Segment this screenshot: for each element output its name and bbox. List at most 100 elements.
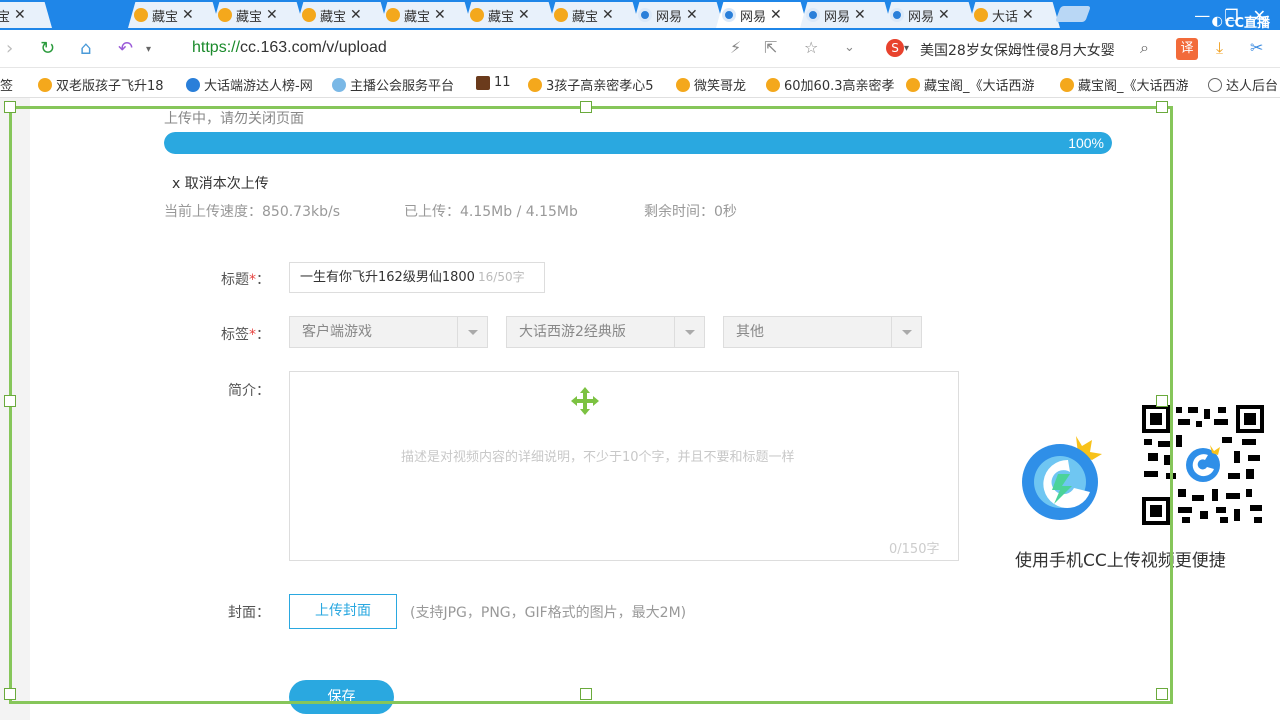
cover-format-hint: (支持JPG，PNG，GIF格式的图片，最大2M)	[410, 605, 687, 621]
browser-tab[interactable]: 大话 ✕	[968, 2, 1060, 28]
capture-handle-bottom-left[interactable]	[4, 688, 16, 700]
bookmark-label: 双老版孩子飞升18	[56, 79, 164, 94]
mobile-upload-promo: 使用手机CC上传视频更便捷	[1015, 551, 1226, 571]
bookmark-item[interactable]: 3孩子高亲密孝心5	[528, 75, 654, 94]
translate-button[interactable]: 译	[1176, 38, 1198, 60]
browser-tab[interactable]: 网易 ✕	[632, 2, 724, 28]
close-tab-icon[interactable]: ✕	[14, 7, 26, 23]
browser-tab[interactable]: 藏宝✕	[380, 2, 472, 28]
close-tab-icon[interactable]: ✕	[854, 7, 866, 23]
tab-title: 藏宝	[236, 9, 262, 25]
close-tab-icon[interactable]: ✕	[518, 7, 530, 23]
close-tab-icon[interactable]: ✕	[434, 7, 446, 23]
capture-handle-top[interactable]	[580, 101, 592, 113]
reload-icon[interactable]: ↻	[40, 38, 55, 59]
close-tab-icon[interactable]: ✕	[350, 7, 362, 23]
browser-tab[interactable]: 网易 ✕	[800, 2, 892, 28]
cover-label: 封面：	[228, 605, 270, 621]
browser-tab[interactable]: 藏宝✕	[548, 2, 640, 28]
bookmark-bao-icon	[38, 77, 52, 92]
lightning-icon[interactable]: ⚡	[730, 38, 741, 57]
tags-label-colon: ：	[256, 327, 270, 343]
search-suggestion[interactable]: 美国28岁女保姆性侵8月大女婴	[920, 40, 1115, 60]
cc-icon	[890, 8, 904, 22]
chevron-down-icon	[674, 317, 704, 347]
bookmark-item[interactable]: 60加60.3高亲密孝	[766, 75, 895, 94]
tab-title: 藏宝	[404, 9, 430, 25]
forward-icon[interactable]: ›	[6, 38, 13, 59]
undo-icon[interactable]: ↶	[118, 38, 133, 59]
tab-title: 网易	[740, 9, 766, 25]
browser-tab[interactable]: 藏宝✕	[0, 2, 52, 28]
capture-handle-bottom[interactable]	[580, 688, 592, 700]
search-icon[interactable]: ⌕	[1140, 38, 1149, 58]
capture-handle-bottom-right[interactable]	[1156, 688, 1168, 700]
treasure-icon	[554, 8, 568, 22]
close-tab-icon[interactable]: ✕	[770, 7, 782, 23]
capture-handle-right[interactable]	[1156, 395, 1168, 407]
new-tab-button[interactable]	[1055, 6, 1091, 22]
close-tab-icon[interactable]: ✕	[266, 7, 278, 23]
browser-tab[interactable]: 藏宝✕	[212, 2, 304, 28]
bookmark-item[interactable]: 微笑哥龙	[676, 75, 746, 94]
address-toolbar: › ↻ ⌂ ↶ ▾ https://cc.163.com/v/upload ⚡ …	[0, 30, 1280, 68]
browser-tab[interactable]: 藏宝✕	[296, 2, 388, 28]
bookmark-item[interactable]: 藏宝阁_《大话西游	[1060, 75, 1189, 94]
tab-title: 网易	[908, 9, 934, 25]
cc-live-brand: ◐ CC直播	[1212, 12, 1270, 30]
uploaded-size: 已上传：4.15Mb / 4.15Mb	[404, 204, 578, 220]
cc-icon	[722, 8, 736, 22]
bookmark-cc-icon	[186, 77, 200, 92]
capture-handle-left[interactable]	[4, 395, 16, 407]
bookmark-item[interactable]: 达人后台	[1208, 75, 1278, 94]
search-engine-dropdown-icon[interactable]: ▾	[904, 43, 909, 54]
home-icon[interactable]: ⌂	[80, 38, 91, 59]
title-label-text: 标题	[221, 272, 249, 288]
treasure-icon	[134, 8, 148, 22]
browser-tab[interactable]: 藏宝✕	[464, 2, 556, 28]
tag-select-game[interactable]: 大话西游2经典版	[506, 316, 705, 348]
undo-dropdown-icon[interactable]: ▾	[146, 44, 151, 55]
sogou-search-icon[interactable]: S	[886, 39, 904, 57]
close-tab-icon[interactable]: ✕	[938, 7, 950, 23]
close-tab-icon[interactable]: ✕	[182, 7, 194, 23]
share-icon[interactable]: ⇱	[764, 38, 777, 57]
upload-progress-percent: 100%	[1068, 135, 1104, 151]
bookmark-label: 藏宝阁_《大话西游	[1078, 79, 1189, 94]
description-char-count: 0/150字	[889, 542, 940, 557]
upload-cover-button[interactable]: 上传封面	[289, 594, 397, 629]
tag-select-subtype[interactable]: 其他	[723, 316, 922, 348]
save-button[interactable]: 保存	[289, 680, 394, 714]
bookmark-item[interactable]: 双老版孩子飞升18	[38, 75, 164, 94]
bookmark-item[interactable]: 大话端游达人榜-网	[186, 75, 313, 94]
address-dropdown-icon[interactable]: ⌄	[844, 40, 855, 55]
minimize-icon[interactable]: —	[1194, 6, 1210, 25]
bookmark-bao-icon	[766, 77, 780, 92]
favorite-star-icon[interactable]: ☆	[804, 38, 818, 57]
scissors-icon[interactable]: ✂	[1250, 38, 1263, 57]
browser-tab[interactable]: 网易 ✕	[884, 2, 976, 28]
bookmark-item[interactable]: 藏宝阁_《大话西游	[906, 75, 1035, 94]
close-tab-icon[interactable]: ✕	[686, 7, 698, 23]
bookmark-label: 签	[0, 79, 14, 94]
close-tab-icon[interactable]: ✕	[602, 7, 614, 23]
url-bar[interactable]: https://cc.163.com/v/upload	[192, 39, 387, 57]
bookmark-label: 主播公会服务平台	[350, 79, 455, 94]
browser-tab-strip: 藏宝✕藏宝✕藏宝✕藏宝✕藏宝✕藏宝✕藏宝✕网易✕网易✕网易✕网易✕大话✕ — ❐…	[0, 0, 1280, 30]
bookmark-sq-icon	[476, 75, 490, 90]
download-icon[interactable]: ⤓	[1216, 38, 1223, 58]
browser-tab[interactable]: 藏宝✕	[128, 2, 220, 28]
bookmark-item[interactable]: 主播公会服务平台	[332, 75, 454, 94]
tags-label-text: 标签	[221, 327, 249, 343]
bookmark-label: 藏宝阁_《大话西游	[924, 79, 1035, 94]
cancel-upload-link[interactable]: x 取消本次上传	[172, 173, 269, 193]
close-tab-icon[interactable]: ✕	[1022, 7, 1034, 23]
bookmark-item[interactable]: 11	[476, 75, 511, 90]
capture-handle-top-left[interactable]	[4, 101, 16, 113]
description-placeholder: 描述是对视频内容的详细说明，不少于10个字，并且不要和标题一样	[401, 450, 795, 465]
browser-tab[interactable]: 网易 ✕	[716, 2, 808, 28]
bookmark-item[interactable]: 签	[0, 75, 13, 94]
tag-select-category[interactable]: 客户端游戏	[289, 316, 488, 348]
description-textarea[interactable]	[289, 371, 959, 561]
capture-handle-top-right[interactable]	[1156, 101, 1168, 113]
